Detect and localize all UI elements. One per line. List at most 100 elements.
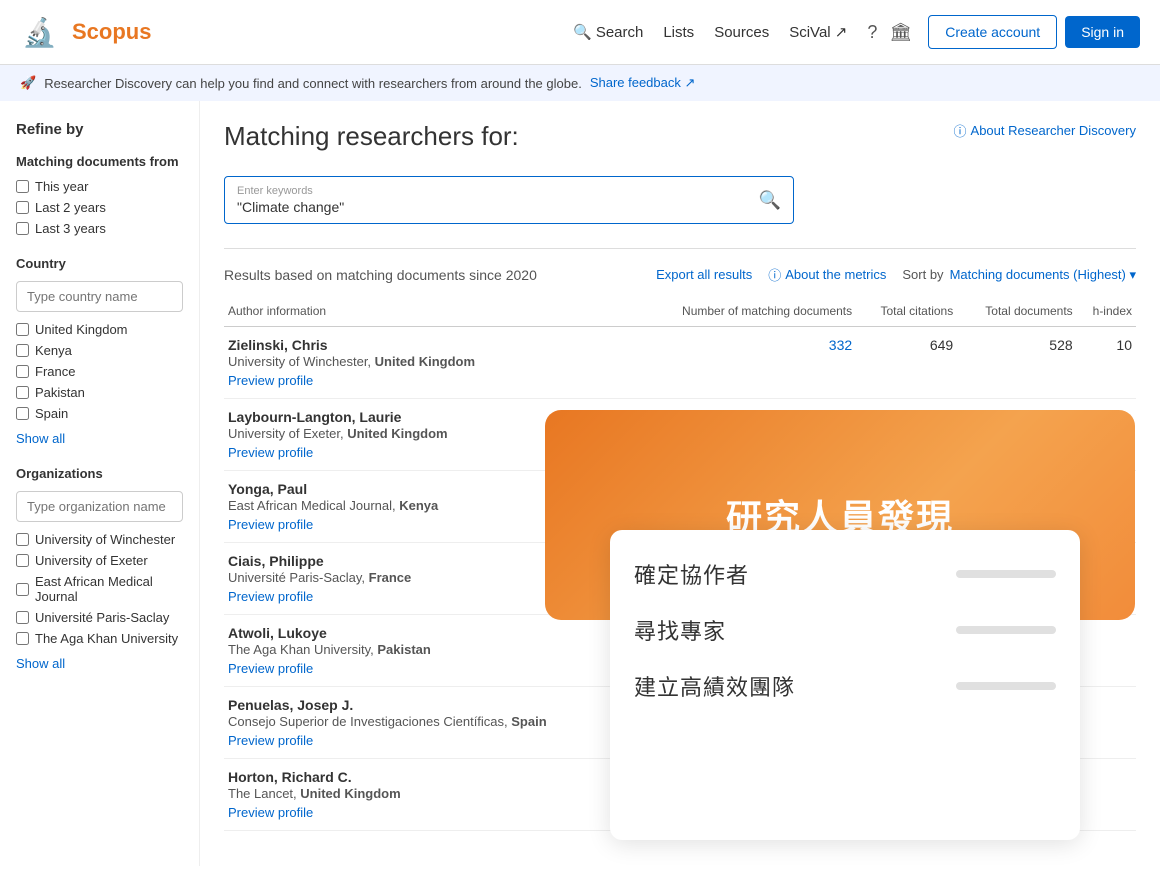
keyword-search-bar: Enter keywords 🔍: [224, 176, 794, 224]
checkbox-aga-khan[interactable]: [16, 632, 29, 645]
metrics-info-icon: ⓘ: [768, 265, 781, 284]
filter-winchester[interactable]: University of Winchester: [16, 532, 183, 547]
author-affil-6: The Lancet, United Kingdom: [228, 786, 401, 801]
sort-dropdown[interactable]: Matching documents (Highest) ▾: [950, 267, 1136, 283]
filter-uk[interactable]: United Kingdom: [16, 322, 183, 337]
hindex-cell-4: [1077, 615, 1136, 687]
checkbox-last-2-years[interactable]: [16, 201, 29, 214]
filter-exeter[interactable]: University of Exeter: [16, 553, 183, 568]
results-actions: Export all results ⓘ About the metrics S…: [656, 265, 1136, 284]
hindex-cell-1: [1077, 399, 1136, 471]
logo-area: 🔬 Scopus: [20, 10, 151, 54]
author-cell-1: Laybourn-Langton, Laurie University of E…: [224, 399, 633, 471]
author-affil-0: University of Winchester, United Kingdom: [228, 354, 475, 369]
preview-profile-link-6[interactable]: Preview profile: [228, 805, 629, 820]
results-table: Author information Number of matching do…: [224, 296, 1136, 831]
col-documents: Total documents: [957, 296, 1076, 327]
citations-cell-0: 649: [856, 327, 957, 399]
author-cell-6: Horton, Richard C. The Lancet, United Ki…: [224, 759, 633, 831]
checkbox-spain[interactable]: [16, 407, 29, 420]
show-all-orgs[interactable]: Show all: [16, 656, 65, 671]
search-input[interactable]: [237, 199, 759, 215]
header: 🔬 Scopus 🔍 Search Lists Sources SciVal ↗…: [0, 0, 1160, 65]
matching-cell-6: [633, 759, 856, 831]
filter-eamj[interactable]: East African Medical Journal: [16, 574, 183, 604]
filter-last-3-years[interactable]: Last 3 years: [16, 221, 183, 236]
documents-cell-1: [957, 399, 1076, 471]
checkbox-pakistan[interactable]: [16, 386, 29, 399]
preview-profile-link-3[interactable]: Preview profile: [228, 589, 629, 604]
sort-label: Sort by: [902, 267, 943, 282]
scopus-logo-icon: 🔬: [20, 10, 64, 54]
author-affil-3: Université Paris-Saclay, France: [228, 570, 411, 585]
logo-text[interactable]: Scopus: [72, 19, 151, 45]
nav-search[interactable]: 🔍 Search: [573, 23, 643, 41]
institution-icon[interactable]: 🏛: [889, 22, 912, 43]
filter-this-year[interactable]: This year: [16, 179, 183, 194]
results-tbody: Zielinski, Chris University of Wincheste…: [224, 327, 1136, 831]
author-affil-5: Consejo Superior de Investigaciones Cien…: [228, 714, 547, 729]
hindex-cell-3: [1077, 543, 1136, 615]
filter-pakistan[interactable]: Pakistan: [16, 385, 183, 400]
author-name-0: Zielinski, Chris: [228, 337, 328, 353]
checkbox-paris-saclay[interactable]: [16, 611, 29, 624]
search-submit-button[interactable]: 🔍: [759, 190, 781, 211]
checkbox-kenya[interactable]: [16, 344, 29, 357]
citations-cell-5: [856, 687, 957, 759]
matching-docs-section: Matching documents from This year Last 2…: [16, 154, 183, 236]
checkbox-exeter[interactable]: [16, 554, 29, 567]
filter-last-2-years[interactable]: Last 2 years: [16, 200, 183, 215]
sidebar: Refine by Matching documents from This y…: [0, 101, 200, 866]
filter-spain[interactable]: Spain: [16, 406, 183, 421]
show-all-countries[interactable]: Show all: [16, 431, 65, 446]
checkbox-last-3-years[interactable]: [16, 222, 29, 235]
nav-lists[interactable]: Lists: [663, 24, 694, 41]
svg-text:🔬: 🔬: [22, 15, 57, 49]
announcement-banner: 🚀 Researcher Discovery can help you find…: [0, 65, 1160, 101]
main-content: Matching researchers for: ⓘ About Resear…: [200, 101, 1160, 866]
preview-profile-link-5[interactable]: Preview profile: [228, 733, 629, 748]
author-name-1: Laybourn-Langton, Laurie: [228, 409, 401, 425]
citations-cell-4: [856, 615, 957, 687]
preview-profile-link-2[interactable]: Preview profile: [228, 517, 629, 532]
checkbox-winchester[interactable]: [16, 533, 29, 546]
table-row: Atwoli, Lukoye The Aga Khan University, …: [224, 615, 1136, 687]
author-name-3: Ciais, Philippe: [228, 553, 324, 569]
matching-cell-1: [633, 399, 856, 471]
about-metrics-link[interactable]: ⓘ About the metrics: [768, 265, 886, 284]
citations-cell-1: [856, 399, 957, 471]
matching-cell-3: [633, 543, 856, 615]
preview-profile-link-1[interactable]: Preview profile: [228, 445, 629, 460]
checkbox-uk[interactable]: [16, 323, 29, 336]
author-affil-4: The Aga Khan University, Pakistan: [228, 642, 431, 657]
author-name-6: Horton, Richard C.: [228, 769, 352, 785]
help-icon[interactable]: ?: [867, 22, 877, 43]
checkbox-france[interactable]: [16, 365, 29, 378]
country-input[interactable]: [16, 281, 183, 312]
matching-cell-0: 332: [633, 327, 856, 399]
table-header: Author information Number of matching do…: [224, 296, 1136, 327]
filter-kenya[interactable]: Kenya: [16, 343, 183, 358]
about-researcher-discovery-link[interactable]: ⓘ About Researcher Discovery: [954, 121, 1136, 140]
nav-sources[interactable]: Sources: [714, 24, 769, 41]
filter-france[interactable]: France: [16, 364, 183, 379]
matching-cell-2: [633, 471, 856, 543]
filter-paris-saclay[interactable]: Université Paris-Saclay: [16, 610, 183, 625]
info-icon: ⓘ: [954, 121, 967, 140]
export-results-link[interactable]: Export all results: [656, 267, 752, 282]
sign-in-button[interactable]: Sign in: [1065, 16, 1140, 48]
preview-profile-link-0[interactable]: Preview profile: [228, 373, 629, 388]
filter-aga-khan[interactable]: The Aga Khan University: [16, 631, 183, 646]
checkbox-this-year[interactable]: [16, 180, 29, 193]
checkbox-eamj[interactable]: [16, 583, 29, 596]
results-subtitle: Results based on matching documents sinc…: [224, 267, 537, 283]
sort-area: Sort by Matching documents (Highest) ▾: [902, 267, 1136, 283]
hindex-cell-0: 10: [1077, 327, 1136, 399]
create-account-button[interactable]: Create account: [928, 15, 1057, 49]
organization-input[interactable]: [16, 491, 183, 522]
banner-feedback-link[interactable]: Share feedback ↗: [590, 75, 696, 91]
main-nav: 🔍 Search Lists Sources SciVal ↗: [573, 23, 847, 41]
preview-profile-link-4[interactable]: Preview profile: [228, 661, 629, 676]
divider: [224, 248, 1136, 249]
nav-scival[interactable]: SciVal ↗: [789, 23, 847, 41]
